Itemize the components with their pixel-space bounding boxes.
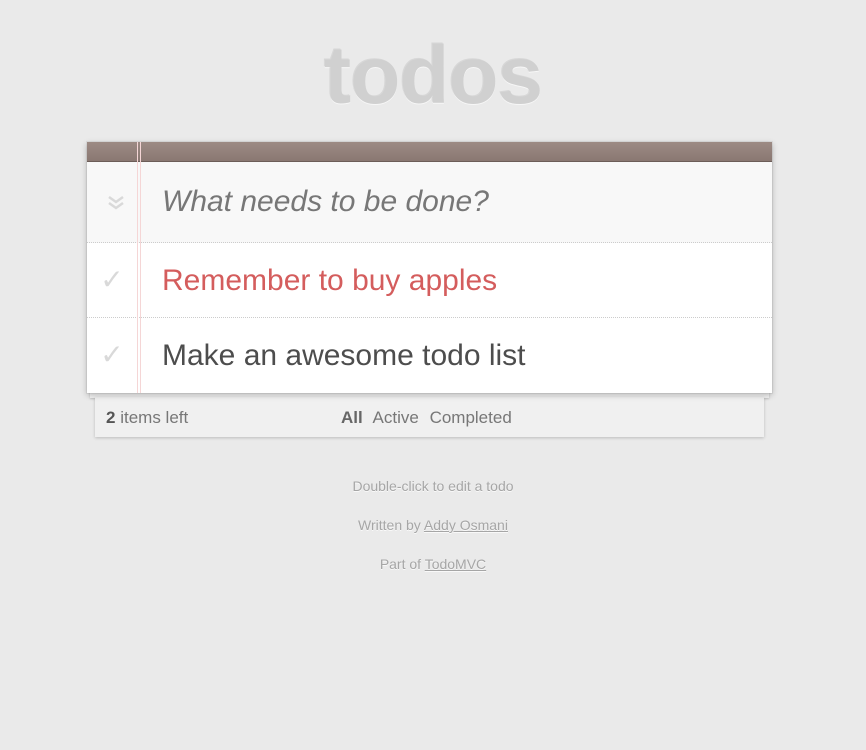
items-left-number: 2 <box>106 408 116 427</box>
new-todo-row: What needs to be done? <box>87 162 772 243</box>
todo-card: What needs to be done? ✓ Remember to buy… <box>87 142 772 393</box>
todomvc-link[interactable]: TodoMVC <box>425 556 486 572</box>
card-header-bar <box>87 142 772 162</box>
filter-completed[interactable]: Completed <box>430 408 512 427</box>
edit-hint: Double-click to edit a todo <box>352 478 514 494</box>
items-left-label: items left <box>120 408 189 427</box>
part-of: Part of TodoMVC <box>0 556 866 572</box>
todo-label[interactable]: Make an awesome todo list <box>162 336 742 376</box>
checkmark-icon[interactable]: ✓ <box>100 338 124 372</box>
filter-all[interactable]: All <box>341 408 363 427</box>
double-chevron-down-icon[interactable] <box>106 192 126 212</box>
written-by: Written by Addy Osmani <box>0 517 866 533</box>
margin-line <box>140 142 141 393</box>
todo-footer: 2 items left All Active Completed <box>95 397 764 437</box>
written-by-prefix: Written by <box>358 517 421 533</box>
items-left-count: 2 items left <box>106 408 188 428</box>
todo-label[interactable]: Remember to buy apples <box>162 261 742 301</box>
part-of-prefix: Part of <box>379 556 422 572</box>
todo-item[interactable]: ✓ Make an awesome todo list <box>87 318 772 392</box>
app-title: todos <box>323 30 543 121</box>
checkmark-icon[interactable]: ✓ <box>100 263 124 297</box>
new-todo-input[interactable]: What needs to be done? <box>162 182 742 222</box>
margin-line <box>137 142 138 393</box>
todo-item[interactable]: ✓ Remember to buy apples <box>87 243 772 318</box>
author-link[interactable]: Addy Osmani <box>424 517 508 533</box>
filter-active[interactable]: Active <box>373 408 419 427</box>
filters: All Active Completed <box>341 408 518 428</box>
